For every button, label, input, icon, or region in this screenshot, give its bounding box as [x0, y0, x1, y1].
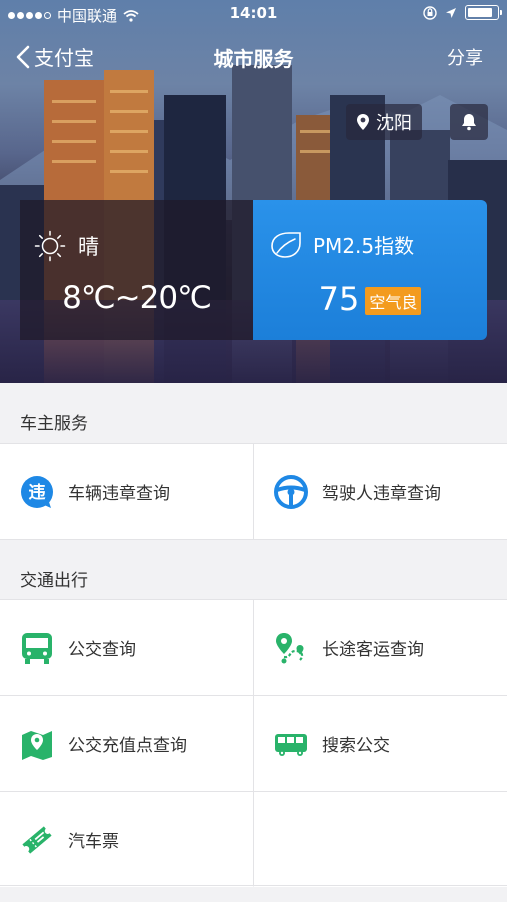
- ticket-icon: [22, 825, 52, 854]
- driver-violation-button[interactable]: 驾驶人违章查询: [254, 444, 507, 539]
- svg-text:违: 违: [29, 482, 46, 503]
- location-pin-icon: [357, 114, 369, 130]
- violation-icon: 违: [21, 475, 53, 508]
- pm25-card[interactable]: PM2.5指数 75 空气良: [253, 200, 487, 340]
- bus-recharge-point-label: 公交充值点查询: [68, 736, 187, 756]
- sun-icon: [34, 230, 66, 262]
- battery-icon: [465, 5, 502, 20]
- temperature-range: 8℃~20℃: [62, 280, 212, 316]
- share-button[interactable]: 分享: [447, 44, 483, 70]
- orientation-lock-icon: [423, 5, 437, 20]
- status-bar: 中国联通 14:01: [0, 0, 507, 28]
- leaf-icon: [271, 231, 301, 258]
- notification-button[interactable]: [450, 104, 488, 140]
- bus-ticket-label: 汽车票: [68, 832, 119, 852]
- empty-cell: [254, 792, 507, 887]
- car-owner-grid: 违 车辆违章查询 驾驶人违章查询: [0, 443, 507, 540]
- bus-recharge-point-button[interactable]: 公交充值点查询: [0, 696, 253, 791]
- search-bus-button[interactable]: 搜索公交: [254, 696, 507, 791]
- pm25-label: PM2.5指数: [313, 234, 415, 258]
- vehicle-violation-label: 车辆违章查询: [68, 484, 170, 504]
- bus-query-button[interactable]: 公交查询: [0, 600, 253, 695]
- steering-wheel-icon: [274, 474, 308, 509]
- map-pin-icon: [22, 730, 52, 760]
- air-quality-badge: 空气良: [365, 287, 422, 315]
- city-name: 沈阳: [376, 113, 412, 134]
- long-distance-coach-label: 长途客运查询: [322, 640, 424, 660]
- driver-violation-label: 驾驶人违章查询: [322, 484, 441, 504]
- transport-grid: 公交查询 长途客运查询 公交充值点查询 搜索公交 汽车票: [0, 599, 507, 887]
- section-title-car-owner: 车主服务: [20, 413, 88, 434]
- page-title: 城市服务: [213, 47, 294, 71]
- vehicle-violation-button[interactable]: 违 车辆违章查询: [0, 444, 253, 539]
- bus-icon: [22, 632, 52, 664]
- route-map-icon: [276, 632, 304, 663]
- weather-condition: 晴: [78, 235, 99, 259]
- bus-side-icon: [275, 733, 307, 756]
- bus-ticket-button[interactable]: 汽车票: [0, 792, 253, 887]
- navigation-bar: 支付宝 城市服务 分享: [0, 30, 507, 82]
- city-selector-button[interactable]: 沈阳: [346, 104, 422, 140]
- weather-card[interactable]: 晴 8℃~20℃: [20, 200, 253, 340]
- pm25-value: 75: [318, 280, 360, 318]
- search-bus-label: 搜索公交: [322, 736, 390, 756]
- battery-fill: [468, 8, 492, 17]
- location-arrow-icon: [446, 7, 456, 18]
- bell-icon: [462, 114, 476, 131]
- bus-query-label: 公交查询: [68, 640, 136, 660]
- long-distance-coach-button[interactable]: 长途客运查询: [254, 600, 507, 695]
